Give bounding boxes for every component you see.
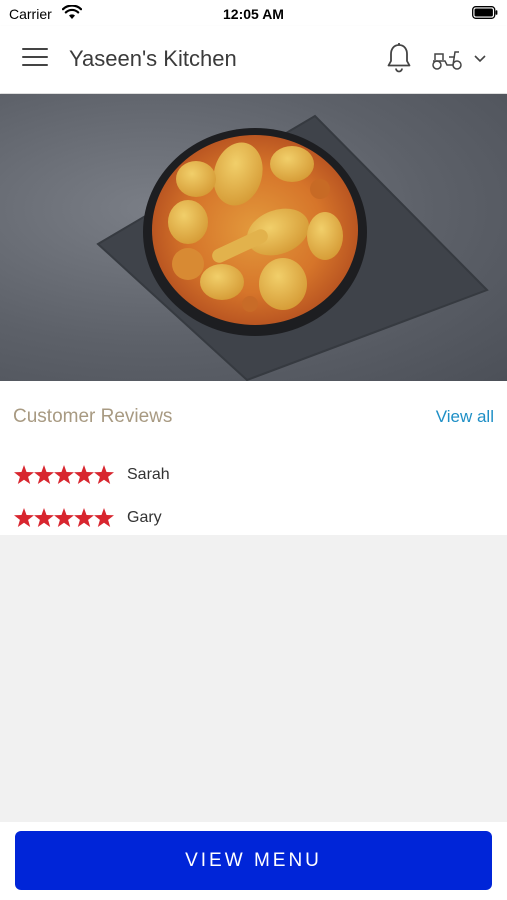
star-rating [14,508,114,527]
battery-icon [472,6,498,19]
customer-reviews-section: Customer Reviews View all Sarah Gary [0,381,507,535]
status-time: 12:05 AM [223,6,284,22]
status-bar: Carrier 12:05 AM [0,0,507,26]
reviewer-name: Gary [127,509,162,526]
star-icon [74,465,94,484]
scooter-icon[interactable] [431,47,463,71]
star-icon [54,508,74,527]
star-icon [34,508,54,527]
bottom-bar: VIEW MENU [0,822,507,900]
star-icon [34,465,54,484]
chevron-down-icon[interactable] [473,54,487,64]
page-title: Yaseen's Kitchen [69,46,237,71]
reviews-title: Customer Reviews [13,406,173,427]
hero-image [0,94,507,381]
star-icon [54,465,74,484]
view-all-link[interactable]: View all [436,407,494,427]
star-icon [74,508,94,527]
bell-icon[interactable] [385,42,413,74]
star-rating [14,465,114,484]
star-icon [94,508,114,527]
star-icon [14,465,34,484]
view-menu-button[interactable]: VIEW MENU [15,831,492,890]
app-header: Yaseen's Kitchen [0,26,507,93]
star-icon [94,465,114,484]
menu-icon[interactable] [22,48,48,70]
curry-illustration [96,114,489,381]
star-icon [14,508,34,527]
reviewer-name: Sarah [127,466,170,483]
